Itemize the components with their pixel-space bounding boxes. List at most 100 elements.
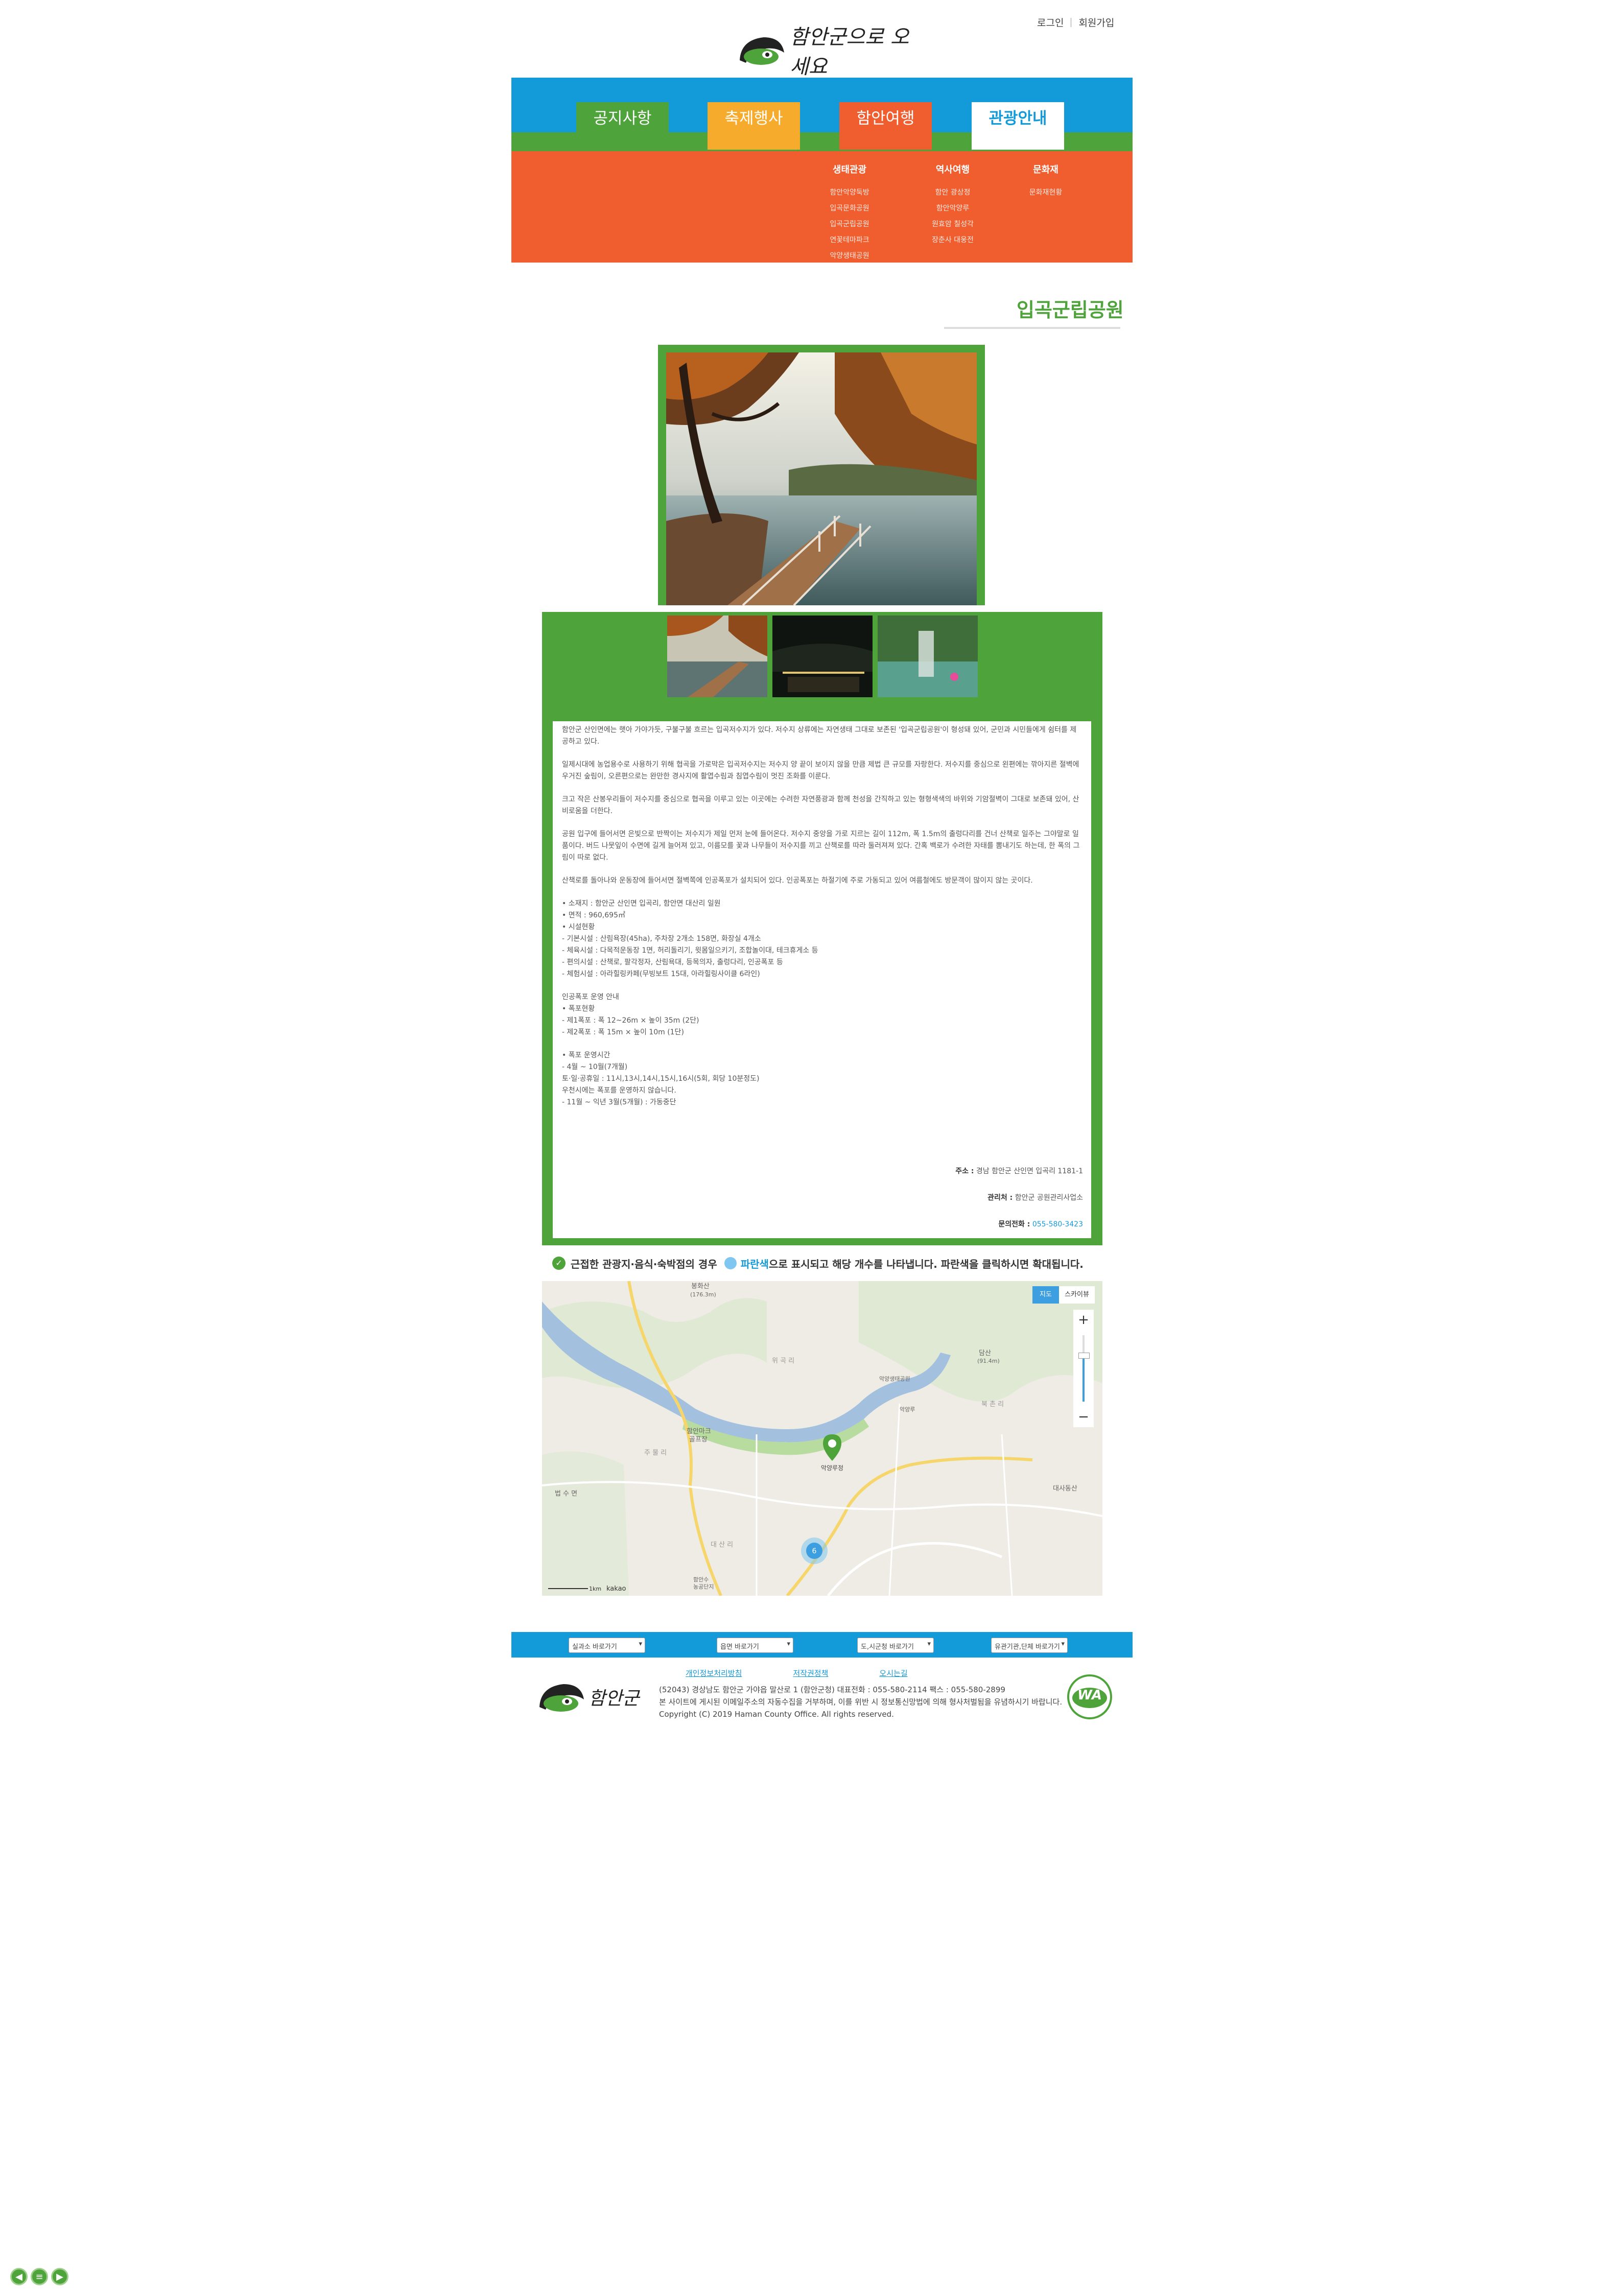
manager-row: 관리처 : 함안군 공원관리사업소	[817, 1192, 1083, 1204]
logo-mark-icon	[736, 32, 787, 68]
thumbnail[interactable]	[667, 616, 767, 697]
select-label: 유관기관,단체 바로가기	[995, 1643, 1060, 1651]
menu-item[interactable]: 입곡문화공원	[806, 201, 893, 217]
menu-icon[interactable]: ≡	[31, 2268, 48, 2285]
thumbnail[interactable]	[878, 616, 978, 697]
notice-prefix: 근접한 관광지·음식·숙박점의 경우	[571, 1258, 717, 1270]
footer-address: (52043) 경상남도 함안군 가야읍 말산로 1 (함안군청) 대표전화 :…	[659, 1685, 1005, 1694]
zoom-in-button[interactable]: +	[1073, 1310, 1094, 1330]
cluster-count[interactable]: 6	[812, 1547, 817, 1555]
phone-row: 문의전화 : 055-580-3423	[817, 1219, 1083, 1231]
map-label: 북 촌 리	[981, 1401, 1004, 1408]
map-label: 대 산 리	[711, 1541, 733, 1549]
tab-notice[interactable]: 공지사항	[576, 102, 669, 150]
map-label: (176.3m)	[690, 1291, 716, 1298]
thumbnail[interactable]	[772, 616, 873, 697]
check-icon: ✓	[552, 1257, 566, 1270]
menu-column-title: 역사여행	[935, 164, 970, 175]
page-title: 입곡군립공원	[1017, 299, 1124, 321]
marker-label: 악양루정	[821, 1464, 843, 1472]
map-label: 악양루	[900, 1406, 915, 1413]
prev-icon[interactable]: ◀	[10, 2268, 28, 2285]
map-label: (91.4m)	[977, 1358, 1000, 1364]
footer-logo-text: 함안군	[589, 1688, 640, 1709]
map-label: 함안마크	[687, 1428, 711, 1435]
map-label: 함안수	[693, 1576, 709, 1583]
map-label: 위 곡 리	[772, 1357, 794, 1365]
description-box: 함안군 산인면에는 햇아 가야가듯, 구불구불 흐르는 입곡저수지가 있다. 저…	[553, 721, 1091, 1238]
menu-item[interactable]: 함안악양둑방	[806, 185, 893, 201]
copyright-policy-link[interactable]: 저작권정책	[793, 1668, 828, 1678]
map-notice: ✓ 근접한 관광지·음식·숙박점의 경우 파란색 으로 표시되고 해당 개수를 …	[542, 1245, 1102, 1281]
paragraph: 함안군 산인면에는 햇아 가야가듯, 구불구불 흐르는 입곡저수지가 있다. 저…	[562, 726, 1077, 746]
main-photo	[666, 352, 977, 605]
privacy-link[interactable]: 개인정보처리방침	[686, 1668, 742, 1678]
facility-list: • 소재지 : 함안군 산인면 입곡리, 함안면 대산리 일원 • 면적 : 9…	[562, 900, 818, 978]
blue-dot-icon	[724, 1257, 737, 1269]
address-label: 주소 :	[955, 1167, 974, 1175]
menu-item[interactable]: 입곡군립공원	[806, 217, 893, 232]
dept-select[interactable]: 실과소 바로가기 ▾	[569, 1638, 645, 1653]
paragraph: 크고 작은 산봉우리들이 저수지를 중심으로 협곡을 이루고 있는 이곳에는 수…	[562, 795, 1079, 815]
footer-links: 개인정보처리방침 저작권정책 오시는길	[686, 1668, 908, 1678]
tab-festival[interactable]: 축제행사	[708, 102, 800, 150]
map-type-button[interactable]: 지도	[1032, 1286, 1059, 1304]
select-label: 읍면 바로가기	[720, 1643, 759, 1651]
city-select[interactable]: 도,시군청 바로가기 ▾	[857, 1638, 934, 1653]
menu-column-title: 문화재	[1033, 164, 1058, 175]
title-underline	[944, 327, 1120, 329]
town-select[interactable]: 읍면 바로가기 ▾	[717, 1638, 793, 1653]
menu-column-eco: 생태관광 함안악양둑방 입곡문화공원 입곡군립공원 연꽃테마파크 악양생태공원	[806, 162, 893, 264]
chevron-down-icon: ▾	[1061, 1640, 1065, 1648]
phone-label: 문의전화 :	[998, 1220, 1030, 1228]
page-nav-controls: ◀ ≡ ▶	[10, 2268, 68, 2285]
manager-label: 관리처 :	[987, 1194, 1013, 1202]
menu-item[interactable]: 원효암 칠성각	[909, 217, 996, 232]
manager-value: 함안군 공원관리사업소	[1015, 1194, 1083, 1202]
top-links: 로그인 회원가입	[1037, 15, 1114, 29]
map-label: 담산	[979, 1350, 991, 1357]
menu-column-title: 생태관광	[832, 164, 867, 175]
select-label: 실과소 바로가기	[572, 1643, 617, 1651]
footer-notice: 본 사이트에 게시된 이메일주소의 자동수집을 거부하며, 이를 위반 시 정보…	[659, 1697, 1063, 1707]
footer-info: (52043) 경상남도 함안군 가야읍 말산로 1 (함안군청) 대표전화 :…	[659, 1684, 1119, 1720]
menu-item[interactable]: 장춘사 대웅전	[909, 232, 996, 248]
wa-text: WA	[1077, 1688, 1102, 1703]
chevron-down-icon: ▾	[639, 1640, 642, 1648]
map-label: 봉화산	[691, 1283, 710, 1290]
map-label: 골프장	[689, 1436, 708, 1444]
skyview-button[interactable]: 스카이뷰	[1059, 1286, 1095, 1304]
map-label: 악양생태공원	[879, 1376, 910, 1382]
map-label: 법 수 면	[555, 1490, 577, 1498]
menu-column-history: 역사여행 함안 광상정 함안악양루 원효암 칠성각 장춘사 대웅전	[909, 162, 996, 248]
menu-item[interactable]: 연꽃테마파크	[806, 232, 893, 248]
map-label: 대사동산	[1053, 1485, 1077, 1493]
directions-link[interactable]: 오시는길	[879, 1668, 907, 1678]
menu-item[interactable]: 함안악양루	[909, 201, 996, 217]
menu-item[interactable]: 문화재현황	[1002, 185, 1089, 201]
tab-travel[interactable]: 함안여행	[839, 102, 932, 150]
waterfall-info: 인공폭포 운영 안내 • 폭포현황 - 제1폭포 : 폭 12~26m × 높이…	[562, 993, 699, 1036]
site-logo[interactable]: 함안군으로 오세요	[736, 26, 909, 79]
phone-value[interactable]: 055-580-3423	[1032, 1220, 1083, 1228]
menu-item[interactable]: 함안 광상정	[909, 185, 996, 201]
notice-highlight: 파란색	[740, 1258, 769, 1270]
address-row: 주소 : 경남 함안군 산인면 입곡리 1181-1	[817, 1166, 1083, 1177]
join-link[interactable]: 회원가입	[1078, 15, 1114, 29]
notice-suffix: 으로 표시되고 해당 개수를 나타냅니다. 파란색을 클릭하시면 확대됩니다.	[768, 1258, 1084, 1270]
login-link[interactable]: 로그인	[1037, 15, 1064, 29]
tab-tour-info[interactable]: 관광안내	[972, 102, 1064, 150]
paragraph: 산책로를 돌아나와 운동장에 들어서면 절벽쪽에 인공폭포가 설치되어 있다. …	[562, 877, 1033, 885]
zoom-slider[interactable]	[1073, 1330, 1094, 1407]
menu-item[interactable]: 악양생태공원	[806, 248, 893, 264]
wa-certification-badge: WA	[1062, 1672, 1118, 1721]
chevron-down-icon: ▾	[787, 1640, 790, 1648]
zoom-out-button[interactable]: −	[1073, 1407, 1094, 1427]
location-map[interactable]: 봉화산 (176.3m) 함안마크 골프장 법 수 면 대사동산 담산 (91.…	[542, 1281, 1102, 1596]
agency-select[interactable]: 유관기관,단체 바로가기 ▾	[991, 1638, 1068, 1653]
footer-copyright: Copyright (C) 2019 Haman County Office. …	[659, 1710, 894, 1719]
paragraph: 일제시대에 농업용수로 사용하기 위해 협곡을 가로막은 입곡저수지는 저수지 …	[562, 761, 1079, 780]
footer-logo: 함안군	[535, 1676, 643, 1717]
waterfall-hours: • 폭포 운영시간 - 4월 ~ 10월(7개월) 토·일·공휴일 : 11시,…	[562, 1051, 760, 1106]
next-icon[interactable]: ▶	[51, 2268, 68, 2285]
